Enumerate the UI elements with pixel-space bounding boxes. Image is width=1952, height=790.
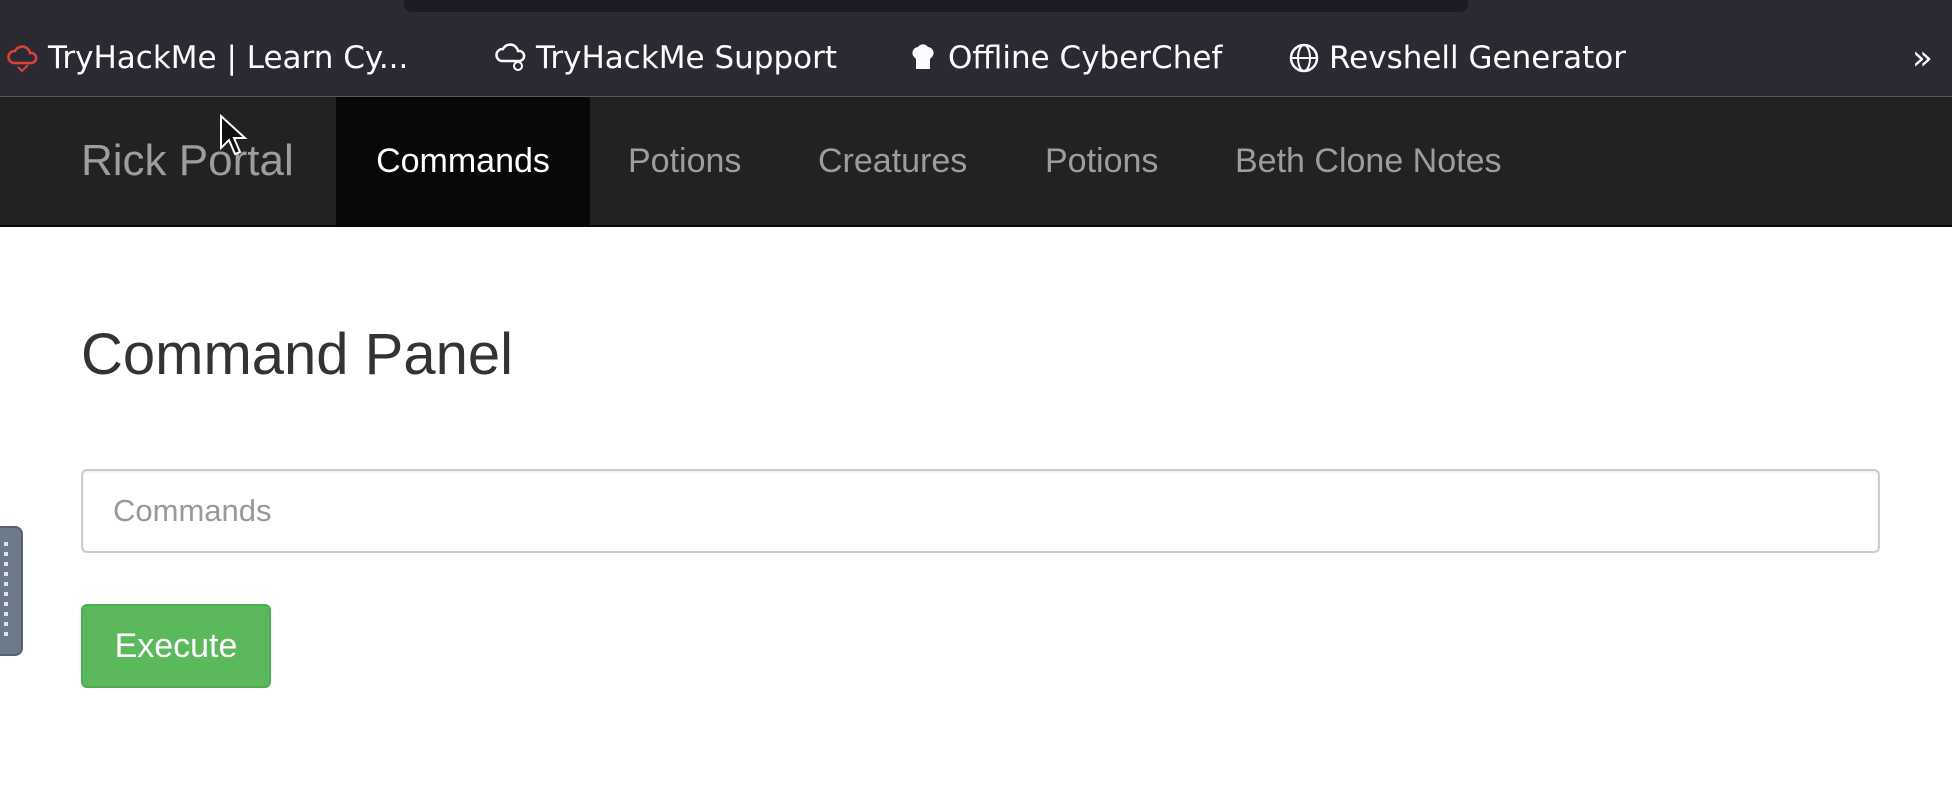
tryhackme-cloud-icon xyxy=(7,45,38,73)
nav-item-creatures[interactable]: Creatures xyxy=(818,97,967,225)
globe-icon xyxy=(1289,43,1319,73)
bookmark-offline-cyberchef[interactable]: Offline CyberChef xyxy=(906,38,1222,78)
bookmark-revshell-generator[interactable]: Revshell Generator xyxy=(1287,38,1626,78)
bookmarks-overflow-icon[interactable]: » xyxy=(1912,38,1952,78)
bookmarks-toolbar: TryHackMe | Learn Cy... TryHackMe Suppor… xyxy=(0,0,1952,97)
nav-item-commands[interactable]: Commands xyxy=(336,97,590,225)
bookmark-label: TryHackMe | Learn Cy... xyxy=(48,40,409,76)
bookmark-tryhackme-support[interactable]: TryHackMe Support xyxy=(494,38,837,78)
mouse-cursor-icon xyxy=(220,114,248,156)
chef-hat-icon xyxy=(912,44,934,69)
side-panel-handle[interactable] xyxy=(0,526,23,656)
command-input[interactable] xyxy=(81,469,1880,553)
site-navbar: Rick Portal Commands Potions Creatures P… xyxy=(0,97,1952,227)
execute-button[interactable]: Execute xyxy=(81,604,271,688)
bookmark-label: Offline CyberChef xyxy=(948,40,1223,76)
cloud-support-icon xyxy=(495,43,526,71)
nav-item-potions[interactable]: Potions xyxy=(628,97,741,225)
grip-dots-icon xyxy=(4,542,8,642)
nav-item-beth-clone-notes[interactable]: Beth Clone Notes xyxy=(1235,97,1502,225)
bookmark-tryhackme[interactable]: TryHackMe | Learn Cy... xyxy=(6,38,408,78)
bookmark-label: TryHackMe Support xyxy=(536,40,837,76)
bookmark-label: Revshell Generator xyxy=(1329,40,1626,76)
page-title: Command Panel xyxy=(81,322,513,387)
brand-link[interactable]: Rick Portal xyxy=(81,97,294,225)
url-bar-edge xyxy=(404,0,1468,12)
nav-item-potions-2[interactable]: Potions xyxy=(1045,97,1158,225)
